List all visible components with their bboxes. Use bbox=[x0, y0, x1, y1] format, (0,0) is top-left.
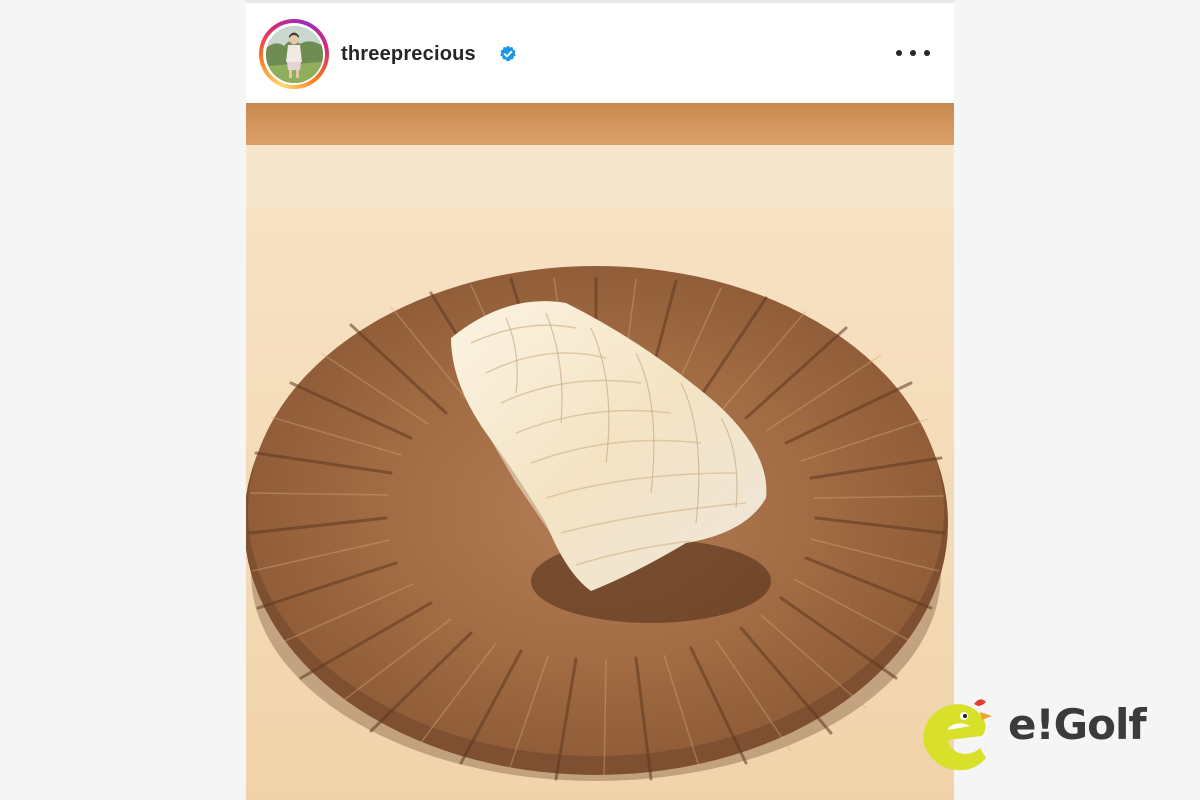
verified-badge-icon bbox=[500, 45, 516, 62]
profile-avatar[interactable] bbox=[259, 19, 329, 89]
egolf-wordmark: e!Golf bbox=[1008, 700, 1147, 749]
avatar-person-icon bbox=[265, 25, 323, 83]
more-dot bbox=[924, 50, 930, 56]
post-username[interactable]: threeprecious bbox=[341, 43, 476, 66]
instagram-post: threeprecious bbox=[246, 0, 954, 800]
avatar-frame bbox=[263, 23, 325, 85]
egolf-mascot-icon bbox=[923, 699, 992, 771]
egolf-logo: e!Golf bbox=[912, 690, 1182, 780]
squid-nigiri-on-plate-photo bbox=[246, 103, 954, 800]
more-dot bbox=[896, 50, 902, 56]
more-dot bbox=[910, 50, 916, 56]
avatar-image bbox=[265, 25, 323, 83]
post-photo[interactable] bbox=[246, 103, 954, 800]
post-header: threeprecious bbox=[246, 3, 954, 103]
more-options-icon[interactable] bbox=[896, 41, 930, 65]
